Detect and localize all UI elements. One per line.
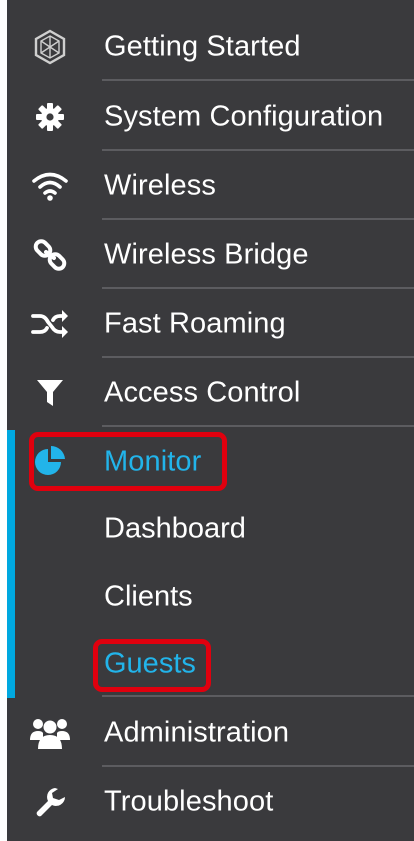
nav-item-label: Wireless xyxy=(104,169,216,202)
nav-item-fast-roaming[interactable]: Fast Roaming xyxy=(7,290,414,358)
nav-item-administration[interactable]: Administration xyxy=(7,699,414,767)
hexagon-logo-icon xyxy=(30,27,70,67)
nav-item-getting-started[interactable]: Getting Started xyxy=(7,13,414,81)
subnav-item-label: Dashboard xyxy=(104,512,246,545)
wrench-icon xyxy=(30,782,70,822)
divider xyxy=(102,287,414,289)
nav-item-label: Access Control xyxy=(104,376,301,409)
nav-item-label: System Configuration xyxy=(104,100,384,133)
nav-item-system-configuration[interactable]: System Configuration xyxy=(7,83,414,151)
nav-item-label: Getting Started xyxy=(104,30,301,63)
divider xyxy=(102,695,414,697)
link-icon xyxy=(30,235,70,275)
highlight-monitor xyxy=(29,432,227,491)
nav-item-wireless[interactable]: Wireless xyxy=(7,152,414,220)
wifi-icon xyxy=(30,166,70,206)
subnav-item-label: Clients xyxy=(104,580,193,613)
nav-item-label: Fast Roaming xyxy=(104,307,286,340)
nav-item-wireless-bridge[interactable]: Wireless Bridge xyxy=(7,221,414,289)
subnav-item-clients[interactable]: Clients xyxy=(7,564,414,630)
sidebar-nav: Getting Started System Configuration Wir… xyxy=(7,0,414,841)
highlight-guests xyxy=(93,639,211,692)
divider xyxy=(102,218,414,220)
divider xyxy=(102,765,414,767)
nav-item-label: Administration xyxy=(104,716,290,749)
divider xyxy=(102,149,414,151)
nav-item-label: Wireless Bridge xyxy=(104,238,309,271)
divider xyxy=(102,356,414,358)
filter-icon xyxy=(30,373,70,413)
nav-item-label: Troubleshoot xyxy=(104,785,274,818)
nav-item-access-control[interactable]: Access Control xyxy=(7,359,414,427)
users-icon xyxy=(30,713,70,753)
divider xyxy=(102,425,414,427)
divider xyxy=(102,79,414,81)
gear-icon xyxy=(30,97,70,137)
nav-item-troubleshoot[interactable]: Troubleshoot xyxy=(7,768,414,836)
subnav-item-dashboard[interactable]: Dashboard xyxy=(7,496,414,562)
shuffle-icon xyxy=(30,304,70,344)
